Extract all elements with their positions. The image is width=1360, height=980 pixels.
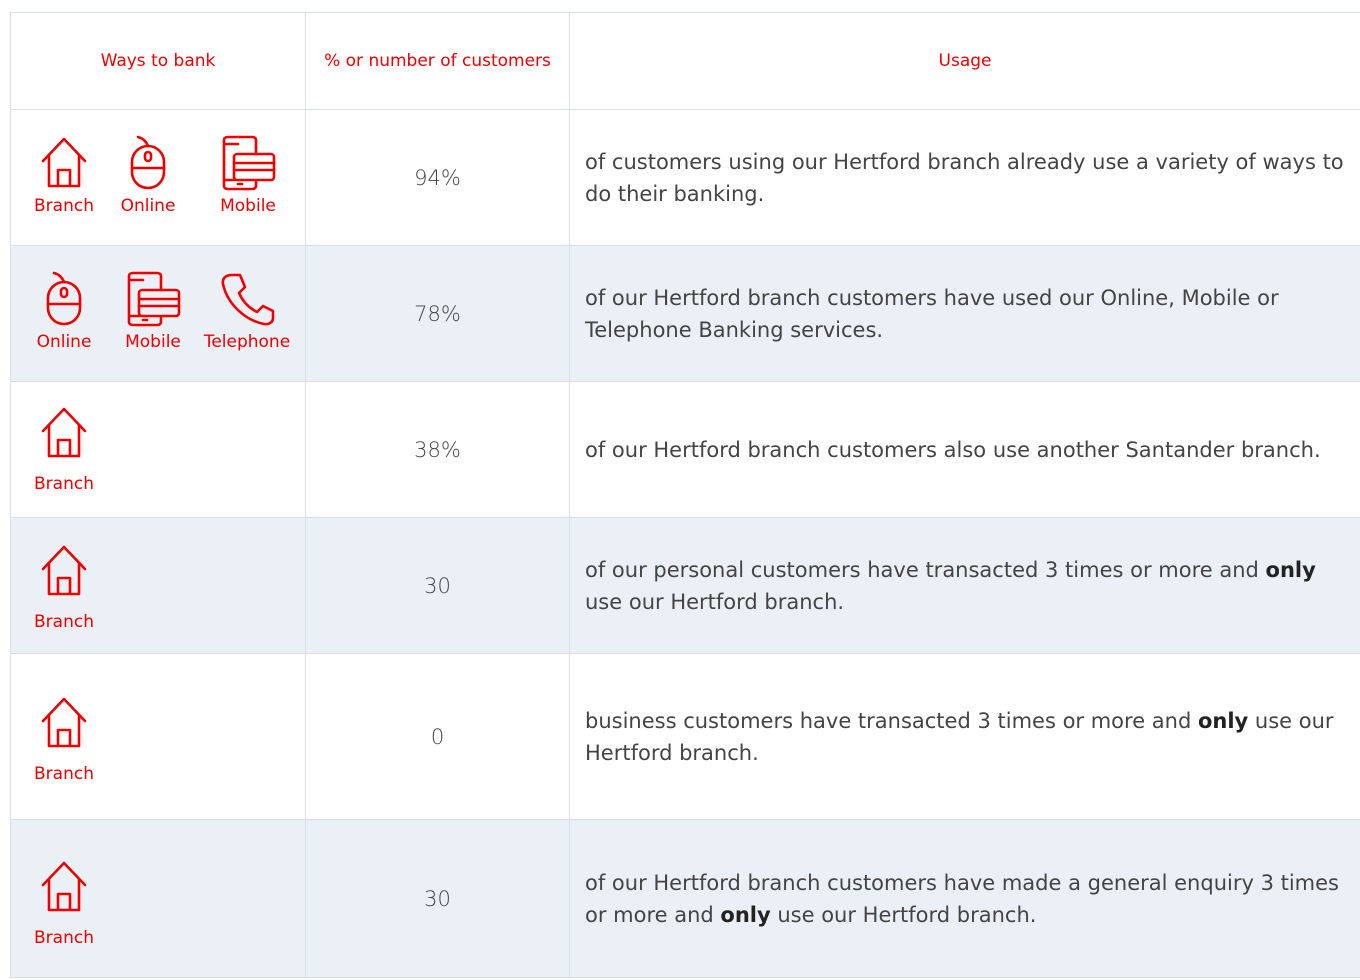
way-label: Telephone [203,332,291,352]
usage-text: business customers have transacted 3 tim… [569,653,1360,820]
header-usage: Usage [569,12,1360,110]
house-icon [19,406,109,460]
header-ways-to-bank: Ways to bank [10,12,306,110]
table-row: Branch 30 of our personal customers have… [10,517,1360,654]
percent-value: 0 [305,653,570,820]
way-label: Branch [34,928,94,948]
ways-cell: Branch [10,517,306,654]
house-icon [19,860,109,914]
way-item-mobile: Mobile [203,135,293,216]
table-row: Branch Online Mobile 94% of customers us… [10,109,1360,246]
usage-text: of our Hertford branch customers have ma… [569,819,1360,978]
mouse-icon [19,271,109,326]
way-item-online: Online [19,271,109,352]
ways-cell: Branch [10,819,306,978]
banking-usage-table: Ways to bank % or number of customers Us… [10,12,1360,978]
way-item-branch: Branch [19,860,109,948]
header-percent: % or number of customers [305,12,570,110]
percent-value: 78% [305,245,570,382]
way-item-branch: Branch [19,696,109,784]
usage-text: of our Hertford branch customers have us… [569,245,1360,382]
way-item-telephone: Telephone [202,272,292,352]
table-header-row: Ways to bank % or number of customers Us… [10,12,1360,110]
house-icon [19,696,109,750]
percent-value: 30 [305,819,570,978]
way-label: Branch [34,196,94,216]
table-row: Branch 30 of our Hertford branch custome… [10,819,1360,978]
way-item-branch: Branch [19,136,109,216]
phone-icon [202,272,292,326]
table-row: Branch 38% of our Hertford branch custom… [10,381,1360,518]
way-label: Branch [34,764,94,784]
percent-value: 38% [305,381,570,518]
way-item-mobile: Mobile [108,271,198,352]
mouse-icon [103,135,193,190]
way-item-branch: Branch [19,406,109,494]
house-icon [19,136,109,190]
table-row: Branch 0 business customers have transac… [10,653,1360,820]
mobile-card-icon [108,271,198,327]
way-label: Branch [34,612,94,632]
way-label: Mobile [125,332,181,352]
way-label: Online [36,332,92,352]
ways-cell: Branch [10,653,306,820]
table-row: Online Mobile Telephone 78% of our Hertf… [10,245,1360,382]
way-item-branch: Branch [19,544,109,632]
house-icon [19,544,109,598]
ways-cell: Online Mobile Telephone [10,245,306,382]
usage-text: of our Hertford branch customers also us… [569,381,1360,518]
usage-text: of customers using our Hertford branch a… [569,109,1360,246]
way-label: Online [120,196,176,216]
way-label: Mobile [220,196,276,216]
percent-value: 94% [305,109,570,246]
mobile-card-icon [203,135,293,191]
ways-cell: Branch Online Mobile [10,109,306,246]
percent-value: 30 [305,517,570,654]
ways-cell: Branch [10,381,306,518]
way-item-online: Online [103,135,193,216]
way-label: Branch [34,474,94,494]
usage-text: of our personal customers have transacte… [569,517,1360,654]
